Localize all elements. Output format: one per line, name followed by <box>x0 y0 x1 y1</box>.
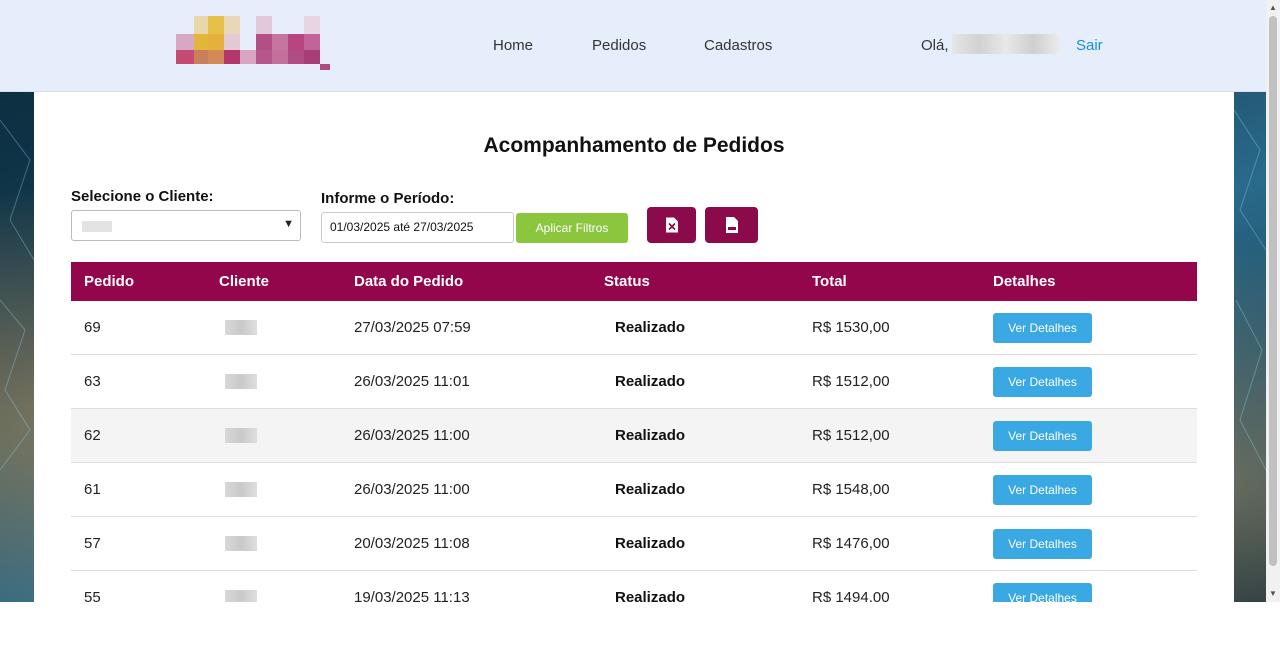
cell-pedido: 55 <box>84 589 101 602</box>
apply-filters-button[interactable]: Aplicar Filtros <box>516 213 628 243</box>
logout-link[interactable]: Sair <box>1076 37 1103 54</box>
cell-cliente-redacted <box>225 320 257 335</box>
cell-pedido: 61 <box>84 481 101 498</box>
chevron-down-icon: ▼ <box>283 218 294 230</box>
browser-viewport: Home Pedidos Cadastros Olá, Sair Acompan… <box>0 0 1266 602</box>
export-pdf-button[interactable] <box>705 207 758 243</box>
cell-total: R$ 1512,00 <box>812 427 890 444</box>
user-name-redacted <box>952 34 1060 54</box>
cell-status: Realizado <box>615 481 686 498</box>
cell-total: R$ 1494,00 <box>812 589 890 602</box>
col-total: Total <box>812 273 847 290</box>
col-cliente: Cliente <box>219 273 270 290</box>
cell-data: 26/03/2025 11:00 <box>354 427 470 444</box>
top-navbar: Home Pedidos Cadastros Olá, Sair <box>0 0 1266 92</box>
scrollbar-thumb[interactable] <box>1269 16 1277 566</box>
cell-pedido: 62 <box>84 427 101 444</box>
client-select[interactable]: ▼ <box>71 210 301 241</box>
table-row: 62 26/03/2025 11:00 Realizado R$ 1512,00… <box>71 409 1197 463</box>
company-logo <box>176 16 330 70</box>
table-row: 69 27/03/2025 07:59 Realizado R$ 1530,00… <box>71 301 1197 355</box>
col-status: Status <box>604 273 650 290</box>
ver-detalhes-button[interactable]: Ver Detalhes <box>993 367 1092 397</box>
cell-data: 27/03/2025 07:59 <box>354 319 471 336</box>
ver-detalhes-button[interactable]: Ver Detalhes <box>993 313 1092 343</box>
main-content: Acompanhamento de Pedidos Selecione o Cl… <box>34 92 1234 602</box>
scroll-up-icon[interactable]: ▲ <box>1269 3 1277 12</box>
period-label: Informe o Período: <box>321 190 455 207</box>
cell-total: R$ 1548,00 <box>812 481 890 498</box>
col-detalhes: Detalhes <box>993 273 1056 290</box>
user-greeting: Olá, <box>921 37 949 54</box>
cell-cliente-redacted <box>225 482 257 497</box>
client-select-label: Selecione o Cliente: <box>71 188 214 205</box>
vertical-scrollbar[interactable]: ▲ ▼ <box>1266 0 1280 602</box>
cell-data: 20/03/2025 11:08 <box>354 535 470 552</box>
cell-data: 26/03/2025 11:01 <box>354 373 470 390</box>
cell-data: 19/03/2025 11:13 <box>354 589 470 602</box>
nav-pedidos-link[interactable]: Pedidos <box>592 37 646 54</box>
ver-detalhes-button[interactable]: Ver Detalhes <box>993 475 1092 505</box>
client-select-value-redacted <box>82 221 112 232</box>
nav-cadastros-link[interactable]: Cadastros <box>704 37 772 54</box>
cell-cliente-redacted <box>225 428 257 443</box>
cell-status: Realizado <box>615 427 686 444</box>
table-row: 57 20/03/2025 11:08 Realizado R$ 1476,00… <box>71 517 1197 571</box>
ver-detalhes-button[interactable]: Ver Detalhes <box>993 583 1092 602</box>
cell-status: Realizado <box>615 589 686 602</box>
cell-total: R$ 1476,00 <box>812 535 890 552</box>
cell-pedido: 69 <box>84 319 101 336</box>
page-title: Acompanhamento de Pedidos <box>483 134 785 157</box>
cell-status: Realizado <box>615 319 686 336</box>
table-row: 63 26/03/2025 11:01 Realizado R$ 1512,00… <box>71 355 1197 409</box>
table-header: Pedido Cliente Data do Pedido Status Tot… <box>71 262 1197 301</box>
orders-table: Pedido Cliente Data do Pedido Status Tot… <box>71 262 1197 602</box>
cell-total: R$ 1530,00 <box>812 319 890 336</box>
scroll-down-icon[interactable]: ▼ <box>1269 589 1277 598</box>
table-row: 61 26/03/2025 11:00 Realizado R$ 1548,00… <box>71 463 1197 517</box>
ver-detalhes-button[interactable]: Ver Detalhes <box>993 529 1092 559</box>
pdf-file-icon <box>725 217 738 233</box>
cell-data: 26/03/2025 11:00 <box>354 481 470 498</box>
col-data-pedido: Data do Pedido <box>354 273 464 290</box>
cell-cliente-redacted <box>225 536 257 551</box>
table-row: 55 19/03/2025 11:13 Realizado R$ 1494,00… <box>71 571 1197 602</box>
cell-status: Realizado <box>615 535 686 552</box>
excel-file-icon <box>665 217 678 233</box>
cell-total: R$ 1512,00 <box>812 373 890 390</box>
cell-cliente-redacted <box>225 374 257 389</box>
cell-status: Realizado <box>615 373 686 390</box>
cell-pedido: 57 <box>84 535 101 552</box>
cell-pedido: 63 <box>84 373 101 390</box>
cell-cliente-redacted <box>225 590 257 602</box>
nav-home-link[interactable]: Home <box>493 37 533 54</box>
ver-detalhes-button[interactable]: Ver Detalhes <box>993 421 1092 451</box>
period-input[interactable]: 01/03/2025 até 27/03/2025 <box>321 212 514 243</box>
export-excel-button[interactable] <box>647 207 696 243</box>
col-pedido: Pedido <box>84 273 135 290</box>
